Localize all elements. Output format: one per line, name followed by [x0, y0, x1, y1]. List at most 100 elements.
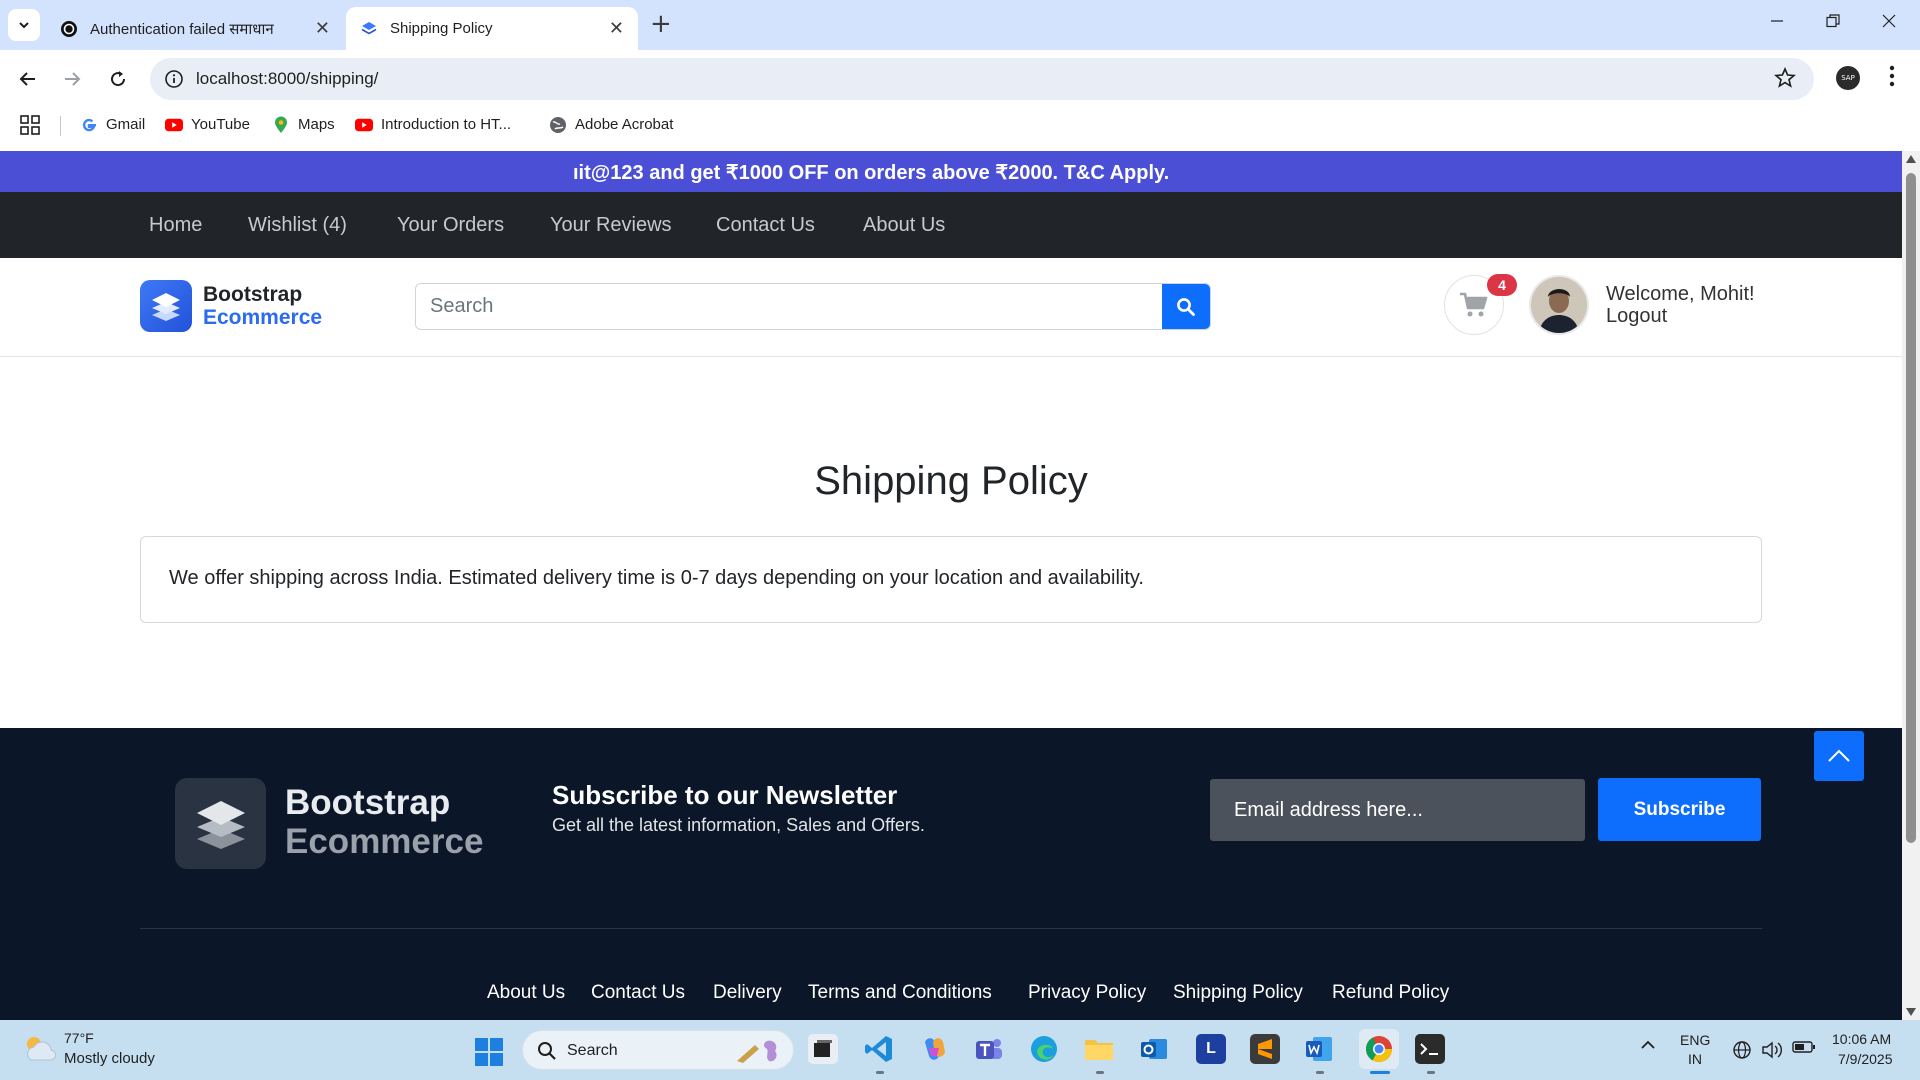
- bookmark-label: Adobe Acrobat: [575, 116, 674, 133]
- weather-temperature[interactable]: 77°F: [64, 1030, 94, 1046]
- arrow-left-icon: [19, 72, 35, 86]
- search-input[interactable]: [416, 284, 1164, 329]
- minimize-window-button[interactable]: [1770, 12, 1784, 33]
- email-placeholder: Email address here...: [1234, 798, 1423, 821]
- battery-icon[interactable]: [1792, 1040, 1816, 1059]
- footer-link-refund[interactable]: Refund Policy: [1332, 982, 1449, 1004]
- profile-avatar[interactable]: SAP: [1836, 66, 1860, 90]
- welcome-text: Welcome, Mohit!: [1606, 283, 1755, 305]
- chrome-app[interactable]: [1359, 1029, 1399, 1069]
- back-to-top-button[interactable]: [1814, 731, 1864, 781]
- bookmark-gmail[interactable]: Gmail: [80, 108, 145, 141]
- language-indicator[interactable]: ENG: [1680, 1032, 1710, 1048]
- back-button[interactable]: [16, 67, 40, 91]
- user-avatar[interactable]: [1529, 275, 1589, 335]
- l-app[interactable]: L: [1196, 1034, 1226, 1064]
- chevron-up-icon: [1828, 749, 1850, 762]
- footer-link-about-us[interactable]: About Us: [487, 982, 565, 1004]
- brand-name-line1[interactable]: Bootstrap: [203, 283, 302, 307]
- nav-contact-us[interactable]: Contact Us: [716, 214, 815, 237]
- site-info-icon[interactable]: [164, 69, 184, 93]
- brand-logo[interactable]: [140, 280, 192, 332]
- teams-app[interactable]: [974, 1034, 1004, 1064]
- terminal-icon: [1420, 1043, 1438, 1055]
- close-tab-icon[interactable]: ✕: [609, 19, 624, 37]
- apps-button[interactable]: [20, 108, 40, 141]
- footer-link-privacy[interactable]: Privacy Policy: [1028, 982, 1146, 1004]
- shopping-cart-icon: [1460, 292, 1488, 317]
- policy-text: We offer shipping across India. Estimate…: [169, 567, 1144, 589]
- new-tab-button[interactable]: +: [650, 11, 672, 37]
- browser-menu-button[interactable]: [1888, 64, 1896, 92]
- terminal-app[interactable]: [1415, 1034, 1445, 1064]
- bookmark-youtube[interactable]: YouTube: [165, 108, 250, 141]
- file-explorer-app[interactable]: [1084, 1034, 1114, 1064]
- footer-link-shipping[interactable]: Shipping Policy: [1173, 982, 1303, 1004]
- restore-window-button[interactable]: [1826, 12, 1840, 33]
- app-running-indicator: [1096, 1071, 1104, 1074]
- address-bar[interactable]: localhost:8000/shipping/: [150, 58, 1814, 100]
- nav-your-reviews[interactable]: Your Reviews: [550, 214, 672, 237]
- url-text[interactable]: localhost:8000/shipping/: [196, 69, 378, 89]
- bookmark-star-icon[interactable]: [1773, 66, 1797, 93]
- bookmark-maps[interactable]: Maps: [272, 108, 335, 141]
- footer-link-terms[interactable]: Terms and Conditions: [808, 982, 992, 1004]
- forward-button[interactable]: [60, 67, 84, 91]
- logout-link[interactable]: Logout: [1606, 305, 1667, 328]
- tab-search-button[interactable]: [8, 9, 40, 41]
- cloudy-weather-icon[interactable]: [22, 1034, 57, 1067]
- browser-tab-auth-failed[interactable]: Authentication failed समाधान ✕: [46, 7, 344, 50]
- copilot-icon: [925, 1038, 945, 1060]
- nav-home[interactable]: Home: [149, 214, 202, 237]
- edge-icon: [1031, 1036, 1057, 1062]
- edge-app[interactable]: [1029, 1034, 1059, 1064]
- site-header: Bootstrap Ecommerce 4 Welcome, Moh: [0, 258, 1902, 357]
- nav-about-us[interactable]: About Us: [863, 214, 945, 237]
- scrollbar-thumb[interactable]: [1906, 173, 1916, 843]
- copilot-app[interactable]: [919, 1034, 949, 1064]
- footer-link-delivery[interactable]: Delivery: [713, 982, 782, 1004]
- network-globe-icon[interactable]: [1732, 1040, 1752, 1065]
- reload-button[interactable]: [106, 67, 130, 91]
- newsletter-email-input[interactable]: Email address here...: [1210, 779, 1585, 841]
- promo-text: ıit@123 and get ₹1000 OFF on orders abov…: [573, 162, 1170, 184]
- bookmark-introduction-to-html[interactable]: Introduction to HT...: [355, 108, 511, 141]
- word-app[interactable]: [1304, 1034, 1334, 1064]
- bookmarks-bar: Gmail YouTube Maps Introduction to HT...…: [0, 108, 1920, 151]
- close-window-button[interactable]: [1882, 12, 1896, 33]
- apps-grid-icon: [20, 114, 40, 135]
- volume-icon[interactable]: [1761, 1040, 1783, 1065]
- clock-date[interactable]: 7/9/2025: [1838, 1051, 1893, 1067]
- subscribe-label: Subscribe: [1633, 798, 1726, 820]
- bookmark-label: Introduction to HT...: [381, 116, 512, 133]
- footer-link-contact-us[interactable]: Contact Us: [591, 982, 685, 1004]
- sublime-app[interactable]: [1250, 1034, 1280, 1064]
- task-view-app[interactable]: [808, 1034, 838, 1064]
- nav-wishlist[interactable]: Wishlist (4): [248, 214, 347, 237]
- stack-layers-icon: [152, 293, 180, 321]
- bookmark-adobe-acrobat[interactable]: Adobe Acrobat: [549, 108, 673, 141]
- vscode-app[interactable]: [864, 1034, 894, 1064]
- chevron-up-icon[interactable]: [1640, 1038, 1656, 1056]
- taskbar-search-box[interactable]: Search: [522, 1030, 794, 1070]
- scroll-up-arrow[interactable]: [1906, 155, 1916, 163]
- subscribe-button[interactable]: Subscribe: [1598, 778, 1761, 841]
- footer-brand-logo[interactable]: [175, 778, 266, 869]
- profile-label: SAP: [1841, 74, 1855, 82]
- page-scrollbar[interactable]: [1902, 151, 1920, 1020]
- start-button[interactable]: [474, 1037, 504, 1072]
- search-button[interactable]: [1162, 284, 1210, 329]
- user-photo: [1531, 277, 1587, 333]
- youtube-icon: [165, 116, 183, 134]
- scroll-down-arrow[interactable]: [1906, 1008, 1916, 1016]
- language-region[interactable]: IN: [1688, 1051, 1702, 1067]
- newsletter-subtitle: Get all the latest information, Sales an…: [552, 815, 925, 835]
- nav-your-orders[interactable]: Your Orders: [397, 214, 504, 237]
- browser-tab-shipping-policy[interactable]: Shipping Policy ✕: [346, 7, 638, 50]
- search-form: [415, 283, 1211, 330]
- clock-time[interactable]: 10:06 AM: [1832, 1031, 1891, 1047]
- weather-description[interactable]: Mostly cloudy: [64, 1050, 155, 1067]
- outlook-app[interactable]: [1139, 1034, 1169, 1064]
- close-tab-icon[interactable]: ✕: [315, 19, 330, 37]
- brand-name-line2[interactable]: Ecommerce: [203, 306, 322, 330]
